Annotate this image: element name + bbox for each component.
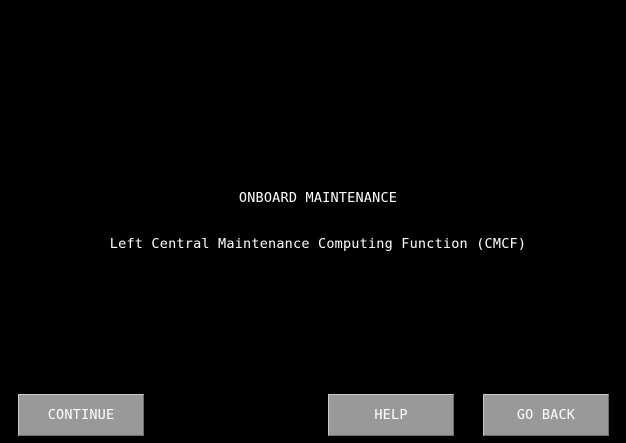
continue-button[interactable]: CONTINUE bbox=[18, 394, 144, 436]
help-button-label: HELP bbox=[374, 407, 408, 423]
go-back-button[interactable]: GO BACK bbox=[483, 394, 609, 436]
help-button[interactable]: HELP bbox=[328, 394, 454, 436]
maintenance-screen: ONBOARD MAINTENANCE Left Central Mainten… bbox=[0, 0, 626, 443]
continue-button-label: CONTINUE bbox=[47, 407, 115, 423]
go-back-button-label: GO BACK bbox=[516, 407, 576, 423]
page-title: ONBOARD MAINTENANCE bbox=[238, 190, 398, 206]
function-subtitle: Left Central Maintenance Computing Funct… bbox=[109, 236, 527, 252]
